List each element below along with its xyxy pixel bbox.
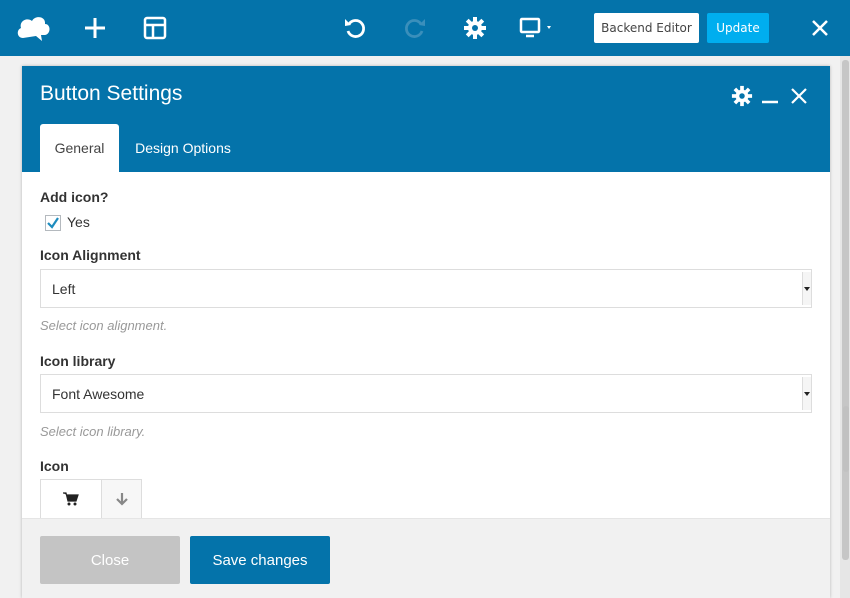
icon-library-select[interactable]: Font Awesome	[40, 374, 812, 413]
close-button[interactable]: Close	[40, 536, 180, 584]
icon-label: Icon	[40, 458, 69, 474]
icon-alignment-select[interactable]: Left	[40, 269, 812, 308]
modal-title: Button Settings	[40, 82, 183, 105]
modal-body: Add icon? Yes Icon Alignment Left Select…	[22, 172, 830, 518]
shopping-cart-icon[interactable]	[41, 480, 102, 518]
top-toolbar: Backend Editor Update	[0, 0, 850, 56]
tab-general[interactable]: General	[40, 124, 119, 172]
icon-library-help: Select icon library.	[40, 424, 146, 439]
add-icon-checkbox[interactable]	[45, 215, 61, 231]
arrow-down-icon[interactable]	[102, 480, 141, 518]
page-scrollbar-thumb[interactable]	[842, 60, 849, 560]
tab-design-options[interactable]: Design Options	[124, 124, 242, 172]
button-settings-modal: Button Settings General Design Options A…	[22, 66, 849, 598]
modal-scrollbar-thumb[interactable]	[843, 406, 849, 472]
update-button[interactable]: Update	[707, 13, 769, 43]
checkmark-icon	[47, 217, 59, 229]
modal-footer: Close Save changes	[22, 518, 830, 598]
add-icon-label: Add icon?	[40, 189, 109, 205]
gear-icon[interactable]	[460, 13, 490, 43]
minimize-icon[interactable]	[758, 84, 782, 108]
icon-alignment-label: Icon Alignment	[40, 247, 141, 263]
monitor-icon[interactable]	[518, 13, 558, 43]
add-icon-option-label[interactable]: Yes	[67, 214, 90, 230]
gear-icon[interactable]	[730, 84, 754, 108]
undo-icon[interactable]	[340, 13, 370, 43]
close-icon[interactable]	[805, 13, 835, 43]
plus-icon[interactable]	[80, 13, 110, 43]
cloud-logo-icon[interactable]	[12, 10, 54, 46]
template-icon[interactable]	[140, 13, 170, 43]
icon-library-label: Icon library	[40, 353, 116, 369]
icon-library-value: Font Awesome	[52, 385, 145, 402]
backend-editor-button[interactable]: Backend Editor	[594, 13, 699, 43]
chevron-down-icon	[802, 377, 811, 410]
close-icon[interactable]	[787, 84, 811, 108]
icon-picker[interactable]	[40, 479, 142, 518]
chevron-down-icon	[802, 272, 811, 305]
icon-alignment-value: Left	[52, 280, 76, 297]
redo-icon[interactable]	[400, 13, 430, 43]
save-changes-button[interactable]: Save changes	[190, 536, 330, 584]
modal-header: Button Settings General Design Options	[22, 66, 830, 172]
icon-alignment-help: Select icon alignment.	[40, 318, 168, 333]
